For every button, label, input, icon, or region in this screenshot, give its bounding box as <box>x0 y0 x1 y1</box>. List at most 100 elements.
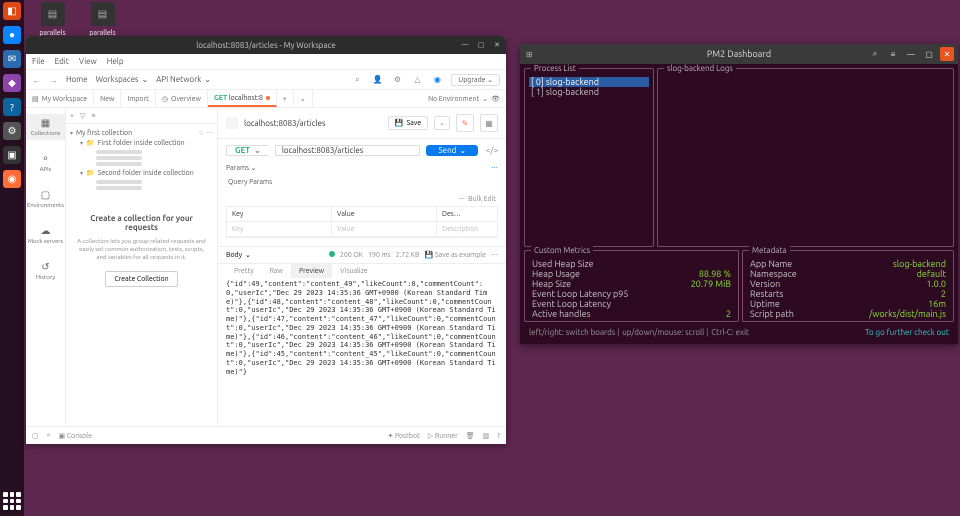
show-apps-button[interactable] <box>3 492 21 510</box>
search-icon[interactable]: ⌕ <box>868 47 882 61</box>
menu-view[interactable]: View <box>79 57 97 66</box>
add-icon[interactable]: + <box>70 112 74 120</box>
send-button[interactable]: Send⌄ <box>426 145 478 156</box>
dock-firefox-icon[interactable]: ● <box>3 26 21 44</box>
window-titlebar[interactable]: localhost:8083/articles - My Workspace —… <box>26 36 506 54</box>
key-input[interactable]: Key <box>227 222 332 236</box>
invite-icon[interactable]: 👤 <box>371 74 383 86</box>
view-pretty[interactable]: Pretty <box>226 264 262 278</box>
code-icon[interactable]: </> <box>486 146 498 155</box>
edit-icon[interactable]: ✎ <box>456 114 474 132</box>
collections-icon: ▦ <box>41 117 50 129</box>
upgrade-button[interactable]: Upgrade ⌄ <box>451 74 500 86</box>
cookies-link[interactable]: ⋯ <box>491 164 498 172</box>
view-raw[interactable]: Raw <box>262 264 291 278</box>
nav-home[interactable]: Home <box>66 75 88 84</box>
dock-terminal-icon[interactable]: ▣ <box>3 146 21 164</box>
dock-app-icon[interactable]: ◆ <box>3 74 21 92</box>
more-icon[interactable]: ⋯ <box>491 251 498 259</box>
more-icon[interactable]: ⋯ <box>458 195 465 203</box>
tab-overview[interactable]: ◷Overview <box>156 90 208 107</box>
save-options[interactable]: ⌄ <box>434 116 450 130</box>
new-tab-button[interactable]: + <box>277 90 294 107</box>
workspace-tab[interactable]: ▤My Workspace <box>26 90 94 107</box>
close-icon[interactable]: ✕ <box>940 47 954 61</box>
menu-icon[interactable]: ≡ <box>886 47 900 61</box>
sidebar-collections[interactable]: ▦Collections <box>26 114 65 140</box>
tree-item-stub[interactable] <box>96 180 142 184</box>
nav-back-icon[interactable]: ← <box>32 75 41 85</box>
nav-fwd-icon[interactable]: → <box>49 75 58 85</box>
maximize-icon[interactable]: ▢ <box>922 47 936 61</box>
find-icon[interactable]: ⌕ <box>47 431 51 440</box>
maximize-icon[interactable]: ▢ <box>476 40 486 50</box>
save-example-button[interactable]: 💾 Save as example <box>424 251 486 259</box>
save-button[interactable]: 💾 Save <box>388 116 428 130</box>
tree-collection[interactable]: ▾My first collection☆ ⋯ <box>70 128 213 138</box>
sidebar-mock[interactable]: ☁Mock servers <box>26 222 65 248</box>
value-input[interactable]: Value <box>332 222 437 236</box>
trash-icon[interactable]: 🗑 <box>466 432 475 440</box>
import-button[interactable]: Import <box>121 90 155 107</box>
param-row[interactable]: Key Value Description <box>227 222 497 237</box>
dock-thunderbird-icon[interactable]: ✉ <box>3 50 21 68</box>
process-row[interactable]: [ 0] slog-backend <box>529 77 649 87</box>
request-name[interactable]: localhost:8083/articles <box>244 119 325 128</box>
environment-selector[interactable]: No Environment⌄👁 <box>422 90 506 107</box>
tree-item-stub[interactable] <box>96 186 142 190</box>
process-row[interactable]: [ 1] slog-backend <box>529 87 649 97</box>
meta-row: Uptime16m <box>747 299 949 309</box>
sync-icon[interactable]: ◉ <box>431 74 443 86</box>
create-collection-button[interactable]: Create Collection <box>105 271 177 287</box>
share-icon[interactable]: ▦ <box>480 114 498 132</box>
tree-folder[interactable]: ▾📁First folder inside collection <box>70 138 213 148</box>
tree-item-stub[interactable] <box>96 150 142 154</box>
minimize-icon[interactable]: — <box>904 47 918 61</box>
help-icon[interactable]: ? <box>497 432 500 440</box>
nav-workspaces[interactable]: Workspaces⌄ <box>96 75 149 84</box>
new-tab-icon[interactable]: ⊞ <box>526 50 533 59</box>
settings-icon[interactable]: ⚙ <box>391 74 403 86</box>
close-icon[interactable]: ✕ <box>492 40 502 50</box>
dock-files-icon[interactable]: ◧ <box>3 2 21 20</box>
bulk-edit-link[interactable]: Bulk Edit <box>468 195 496 203</box>
api-icon: ⚬ <box>41 153 49 165</box>
terminal-body[interactable]: Process List [ 0] slog-backend [ 1] slog… <box>520 64 958 344</box>
filter-icon[interactable]: ▽ <box>80 112 85 120</box>
view-preview[interactable]: Preview <box>291 264 332 278</box>
menu-edit[interactable]: Edit <box>55 57 69 66</box>
menu-file[interactable]: File <box>32 57 45 66</box>
dock-settings-icon[interactable]: ⚙ <box>3 122 21 140</box>
runner-link[interactable]: ▷ Runner <box>428 432 458 440</box>
postbot-link[interactable]: ✦ Postbot <box>387 432 419 440</box>
tree-item-stub[interactable] <box>96 156 142 160</box>
tab-options[interactable]: ⌄ <box>294 90 313 107</box>
view-visualize[interactable]: Visualize <box>332 264 376 278</box>
tree-item-stub[interactable] <box>96 162 142 166</box>
options-icon[interactable]: ≡ <box>91 112 95 120</box>
notifications-icon[interactable]: △ <box>411 74 423 86</box>
new-button[interactable]: New <box>94 90 121 107</box>
two-pane-icon[interactable]: ▥ <box>483 432 490 440</box>
sidebar-environments[interactable]: ▢Environments <box>26 186 65 212</box>
body-tab[interactable]: Body ⌄ <box>226 251 251 259</box>
method-selector[interactable]: GET⌄ <box>226 145 269 156</box>
tree-folder[interactable]: ▾📁Second folder inside collection <box>70 168 213 178</box>
minimize-icon[interactable]: — <box>460 40 470 50</box>
hide-sidebar-icon[interactable]: ▢ <box>32 432 39 440</box>
url-input[interactable]: localhost:8083/articles <box>275 145 421 156</box>
terminal-titlebar[interactable]: ⊞ PM2 Dashboard ⌕ ≡ — ▢ ✕ <box>520 44 958 64</box>
dock-help-icon[interactable]: ? <box>3 98 21 116</box>
dock-postman-icon[interactable]: ◉ <box>3 170 21 188</box>
console-toggle[interactable]: ▣ Console <box>59 432 92 440</box>
response-body[interactable]: {"id":49,"content":"content_49","likeCou… <box>218 278 506 426</box>
menu-help[interactable]: Help <box>107 57 124 66</box>
desc-input[interactable]: Description <box>437 222 497 236</box>
tab-request[interactable]: GET localhost:8 <box>208 90 277 107</box>
sidebar-history[interactable]: ↺History <box>26 258 65 284</box>
search-icon[interactable]: ⌕ <box>351 74 363 86</box>
sidebar-apis[interactable]: ⚬APIs <box>26 150 65 176</box>
nav-api-network[interactable]: API Network⌄ <box>156 75 211 84</box>
desktop-icon-parallels[interactable]: ▤parallels <box>80 2 125 37</box>
params-tab[interactable]: Params ⌄ <box>226 164 257 172</box>
